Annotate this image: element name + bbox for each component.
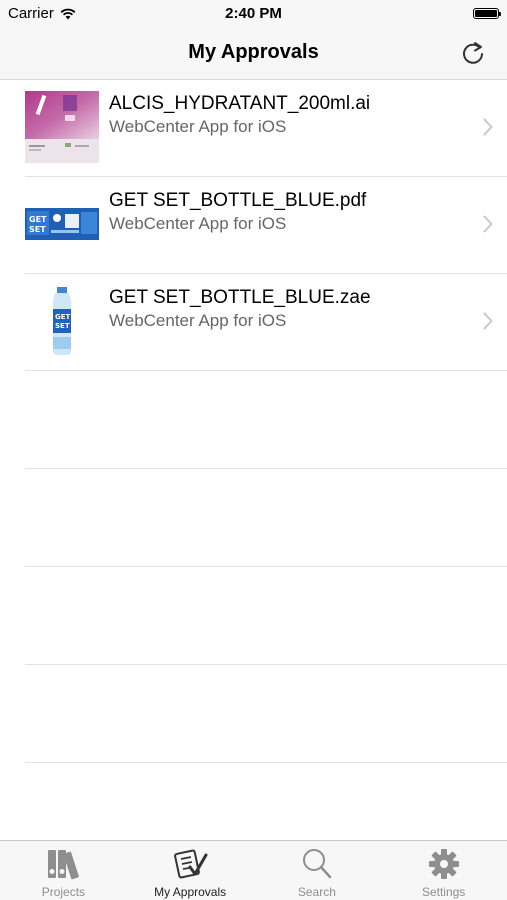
tab-search[interactable]: Search [254,841,381,900]
svg-text:GET: GET [55,313,71,321]
tab-my-approvals[interactable]: My Approvals [127,841,254,900]
file-source: WebCenter App for iOS [109,117,287,136]
tab-label: Projects [41,885,86,899]
file-source: WebCenter App for iOS [109,311,287,330]
search-icon [302,849,332,879]
chevron-right-icon [483,312,493,330]
list-item[interactable]: GET SET GET SET_BOTTLE_BLUE.pdf WebCente… [25,177,507,274]
empty-row [25,665,507,763]
svg-text:GET: GET [29,215,47,224]
tab-settings[interactable]: Settings [380,841,507,900]
tab-label: My Approvals [154,885,227,899]
tab-label: Search [297,885,336,899]
app-screen: Carrier 2:40 PM My Approvals ALCIS_HYDRA… [0,0,507,900]
binders-icon [48,850,80,880]
refresh-icon[interactable] [459,40,487,68]
file-thumbnail [25,91,99,163]
svg-text:SET: SET [55,322,70,330]
status-bar: Carrier 2:40 PM [0,0,507,28]
navigation-bar: My Approvals [0,28,507,80]
pink-label-artwork-image [25,91,99,163]
page-title: My Approvals [188,41,319,63]
list-item[interactable]: GET SET GET SET_BOTTLE_BLUE.zae WebCente… [25,274,507,371]
blue-bottle-3d-image: GET SET [25,285,99,357]
svg-text:SET: SET [29,225,46,234]
empty-row [25,567,507,665]
approvals-list: ALCIS_HYDRATANT_200ml.ai WebCenter App f… [0,80,507,763]
file-name: GET SET_BOTTLE_BLUE.zae [109,287,371,308]
approval-checklist-icon [174,849,208,879]
chevron-right-icon [483,215,493,233]
empty-row [25,371,507,469]
battery-icon [473,8,501,19]
file-name: ALCIS_HYDRATANT_200ml.ai [109,93,371,114]
status-time: 2:40 PM [225,5,282,22]
gear-icon [428,849,459,879]
tab-projects[interactable]: Projects [0,841,127,900]
file-source: WebCenter App for iOS [109,214,287,233]
file-name: GET SET_BOTTLE_BLUE.pdf [109,190,367,211]
tab-label: Settings [421,885,466,899]
list-item[interactable]: ALCIS_HYDRATANT_200ml.ai WebCenter App f… [25,80,507,177]
tab-bar: Projects My Approvals Search Settings [0,840,507,900]
file-thumbnail: GET SET [25,188,99,260]
blue-label-flat-image: GET SET [25,188,99,260]
file-thumbnail: GET SET [25,285,99,357]
empty-row [25,469,507,567]
chevron-right-icon [483,118,493,136]
